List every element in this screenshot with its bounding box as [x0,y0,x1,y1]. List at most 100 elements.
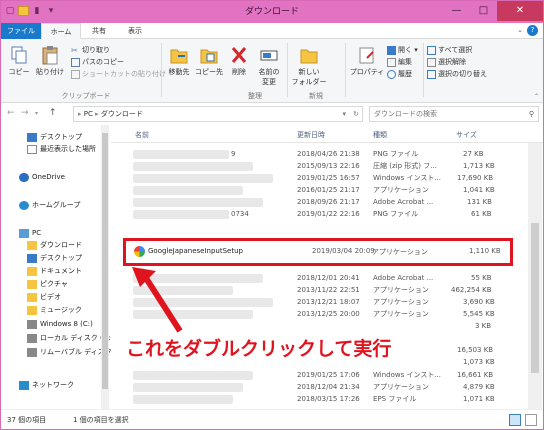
ribbon-expand-icon[interactable]: ⌄ [517,26,523,34]
path-icon [71,57,80,67]
forward-arrow-icon[interactable]: → [21,108,29,118]
sidebar-item-desktop-fav[interactable]: デスクトップ [27,132,82,143]
delete-button[interactable]: 削除 [227,45,251,77]
minimize-button[interactable]: — [443,1,470,21]
highlighted-file-row[interactable]: GoogleJapaneseInputSetup 2019/03/04 20:0… [123,238,513,266]
ribbon-separator [345,43,346,97]
sidebar-scrollbar[interactable] [101,125,109,409]
refresh-icon[interactable]: ↻ [353,107,359,121]
move-to-button[interactable]: 移動先 [165,45,193,77]
file-date: 2019/01/25 17:06 [297,371,360,379]
table-row[interactable]: 2016/01/25 21:17 アプリケーション 1,041 KB [111,185,526,196]
sidebar-item-documents[interactable]: ドキュメント [27,266,82,277]
file-date: 2018/12/01 20:41 [297,274,360,282]
move-to-label: 移動先 [168,68,190,76]
file-size: 5,545 KB [463,310,495,318]
table-row[interactable]: 0734 2019/01/22 22:16 PNG ファイル 61 KB [111,209,526,220]
table-row[interactable]: 2019/01/25 16:57 Windows インスト... 17,690 … [111,173,526,184]
recent-locations-icon[interactable]: ▾ [35,110,38,117]
sidebar-item-homegroup[interactable]: ホームグループ [19,200,80,211]
file-date: 2019/03/04 20:09 [312,247,375,255]
tab-home[interactable]: ホーム [41,23,81,39]
new-folder-label-2: フォルダー [291,78,327,86]
sidebar-scroll-thumb[interactable] [102,133,108,389]
blurred-name [133,210,229,219]
table-row[interactable]: 2019/01/25 17:06 Windows インスト... 16,661 … [111,370,526,381]
file-name-fragment: 0734 [231,210,249,218]
details-view-button[interactable] [509,414,521,426]
select-none-button[interactable]: 選択解除 [427,57,466,67]
blurred-name [133,186,243,195]
file-list-scroll-thumb[interactable] [531,223,539,373]
sidebar-item-desktop[interactable]: デスクトップ [27,253,82,264]
windows-drive-icon [27,319,37,329]
open-button[interactable]: 開く ▾ [387,45,418,55]
copy-to-button[interactable]: コピー先 [195,45,223,77]
explorer-window: ▢ ▮ ▾ ダウンロード — □ ✕ ファイル ホーム 共有 表示 ⌄ ? コピ… [0,0,544,430]
file-type: アプリケーション [373,286,429,294]
tab-file[interactable]: ファイル [1,23,41,39]
file-size: 61 KB [471,210,492,218]
column-name[interactable]: 名前 [135,130,149,140]
tab-view[interactable]: 表示 [117,23,153,39]
maximize-button[interactable]: □ [470,1,497,21]
sidebar-item-drive-d[interactable]: ローカル ディスク (D: [27,333,110,344]
sidebar-label: PC [32,229,42,237]
edit-button[interactable]: 編集 [387,57,412,67]
large-icons-view-button[interactable] [525,414,537,426]
select-all-button[interactable]: すべて選択 [427,45,472,55]
file-type: アプリケーション [373,298,429,306]
help-icon[interactable]: ? [527,25,538,36]
copy-path-button[interactable]: パスのコピー [71,57,124,67]
cut-button[interactable]: ✂ 切り取り [71,45,110,55]
invert-selection-button[interactable]: 選択の切り替え [427,69,487,79]
table-row[interactable]: 2018/03/15 17:26 EPS ファイル 1,071 KB [111,394,526,405]
back-arrow-icon[interactable]: ← [7,108,15,118]
file-size: 16,503 KB [457,346,494,354]
table-row[interactable]: 2015/09/13 22:16 圧縮 (zip 形式) フ... 1,713 … [111,161,526,172]
search-input[interactable]: ダウンロードの検索 ⚲ [369,106,539,122]
file-type: PNG ファイル [373,150,419,158]
close-button[interactable]: ✕ [497,1,543,21]
paste-shortcut-button[interactable]: ショートカットの貼り付け [71,69,166,79]
sidebar-item-onedrive[interactable]: OneDrive [19,172,65,183]
instruction-callout: これをダブルクリックして実行 [126,338,392,360]
sidebar-item-pictures[interactable]: ピクチャ [27,279,68,290]
sidebar-item-removable[interactable]: リムーバブル ディスク [27,347,112,358]
column-date[interactable]: 更新日時 [297,130,325,140]
tab-share[interactable]: 共有 [81,23,117,39]
column-type[interactable]: 種類 [373,130,387,140]
new-folder-button[interactable]: 新しい フォルダー [291,45,327,87]
file-size: 1,071 KB [463,395,495,403]
breadcrumb-downloads[interactable]: ダウンロード [101,110,143,118]
table-row[interactable]: 2018/12/04 21:34 アプリケーション 4,879 KB [111,382,526,393]
properties-button[interactable]: プロパティ [349,45,385,77]
sidebar-item-downloads[interactable]: ダウンロード [27,240,82,251]
address-bar[interactable]: ▸ PC ▸ ダウンロード ▾ ↻ [73,106,363,122]
sidebar-item-music[interactable]: ミュージック [27,305,82,316]
table-row[interactable]: 2018/09/26 21:17 Adobe Acrobat ... 131 K… [111,197,526,208]
file-date: 2019/01/25 16:57 [297,174,360,182]
address-dropdown-icon[interactable]: ▾ [342,107,346,121]
ribbon-collapse-icon[interactable]: ⌃ [534,93,539,100]
sidebar-item-videos[interactable]: ビデオ [27,292,61,303]
recent-places-icon [27,144,37,154]
file-list-scrollbar[interactable] [528,143,542,409]
breadcrumb-pc[interactable]: PC [84,110,93,118]
sidebar-item-network[interactable]: ネットワーク [19,380,74,391]
search-icon: ⚲ [528,110,534,118]
copy-button[interactable]: コピー [7,45,31,77]
rename-button[interactable]: 名前の 変更 [255,45,283,87]
history-button[interactable]: 履歴 [387,69,412,79]
column-size[interactable]: サイズ [456,130,477,140]
up-arrow-icon[interactable]: ↑ [49,108,57,118]
selected-count: 1 個の項目を選択 [73,416,129,424]
paste-button[interactable]: 貼り付け [35,45,65,77]
sidebar-item-recent[interactable]: 最近表示した場所 [27,144,96,155]
table-row[interactable]: 9 2018/04/26 21:38 PNG ファイル 27 KB [111,149,526,160]
sidebar-item-pc[interactable]: PC [19,228,41,239]
file-size: 16,661 KB [457,371,494,379]
navigation-pane: デスクトップ 最近表示した場所 OneDrive ホームグループ PC ダウンロ… [1,125,112,409]
sidebar-item-drive-c[interactable]: Windows 8 (C:) [27,319,93,330]
desktop-icon [27,253,37,263]
